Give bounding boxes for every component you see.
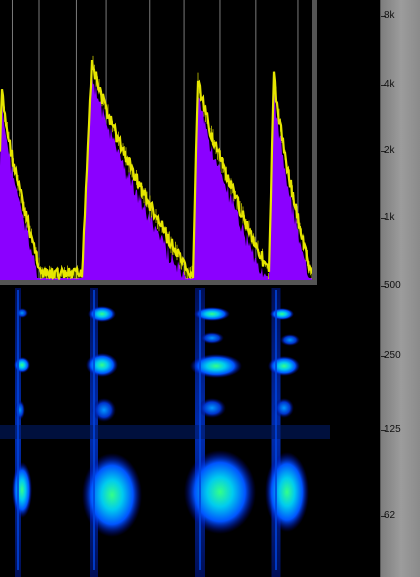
spectrogram-view[interactable] xyxy=(0,0,380,577)
overlay-right-border xyxy=(312,0,317,285)
spectral-energy xyxy=(280,334,300,346)
spectral-energy xyxy=(12,462,32,518)
spectral-energy xyxy=(270,308,294,320)
ruler-label-500: 500 xyxy=(384,280,401,291)
ruler-label-62: 62 xyxy=(384,510,396,521)
frequency-ruler[interactable]: 8k 4k 2k 1k 500 250 125 62 xyxy=(380,0,420,577)
spectral-energy xyxy=(265,452,309,532)
ruler-label-250: 250 xyxy=(384,350,401,361)
spectral-energy xyxy=(82,453,142,537)
ruler-label-8k: 8k xyxy=(384,10,395,21)
amplitude-overlay-panel[interactable] xyxy=(0,0,317,285)
spectral-energy xyxy=(190,354,242,378)
spectral-energy xyxy=(198,398,226,418)
spectrogram-heatmap xyxy=(0,288,330,577)
ruler-label-2k: 2k xyxy=(384,145,395,156)
spectrogram-app: 8k 4k 2k 1k 500 250 125 62 xyxy=(0,0,420,577)
ruler-label-1k: 1k xyxy=(384,212,395,223)
spectral-energy xyxy=(268,356,300,376)
overlay-bottom-border xyxy=(0,280,317,285)
ruler-label-4k: 4k xyxy=(384,79,395,90)
spectral-energy xyxy=(88,306,116,322)
spectral-energy xyxy=(184,450,256,534)
ruler-label-125: 125 xyxy=(384,424,401,435)
spectral-energy xyxy=(86,353,118,377)
spectral-energy xyxy=(200,332,224,344)
spectral-energy xyxy=(14,357,30,373)
spectral-energy xyxy=(92,398,116,422)
noise-band xyxy=(0,425,330,439)
spectral-energy xyxy=(15,400,25,420)
